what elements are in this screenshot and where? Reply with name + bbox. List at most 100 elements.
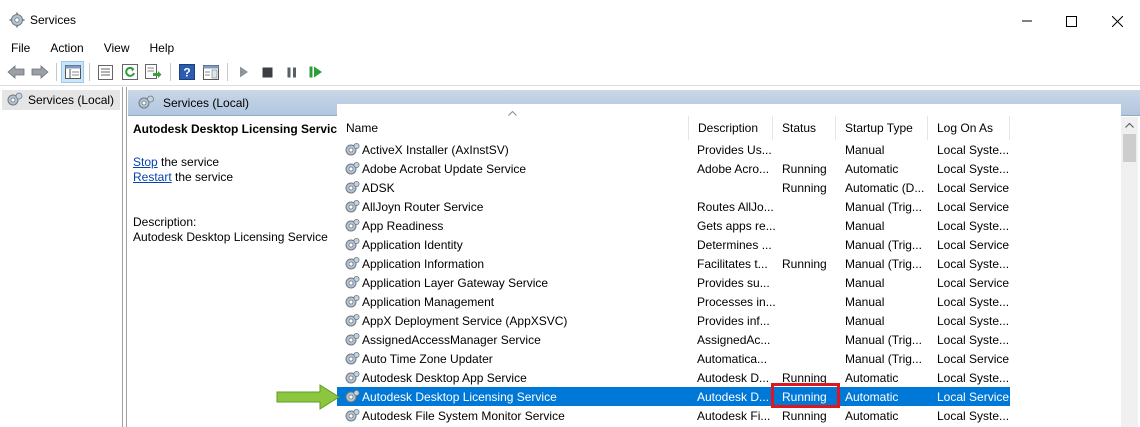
table-row-selected[interactable]: Autodesk Desktop Licensing Service Autode… (337, 387, 1010, 406)
table-row[interactable]: App Readiness Gets apps re... Manual Local … (337, 216, 1010, 235)
service-description: Provides Us... (697, 143, 772, 157)
show-hide-tree-icon (64, 65, 81, 79)
restart-service-link[interactable]: Restart (133, 170, 172, 184)
forward-button[interactable] (28, 61, 51, 83)
restart-service-suffix: the service (171, 170, 234, 184)
service-description: Autodesk D... (697, 371, 770, 385)
table-row[interactable]: AppX Deployment Service (AppXSVC) Provide… (337, 311, 1010, 330)
service-description: Provides su... (697, 276, 770, 290)
vertical-scrollbar[interactable] (1121, 117, 1138, 427)
toolbar-separator (56, 63, 57, 81)
scroll-up-button[interactable] (1121, 117, 1138, 134)
service-startup-type: Automatic (D... (845, 181, 925, 195)
service-name: ActiveX Installer (AxInstSV) (362, 143, 509, 157)
service-name: ADSK (362, 181, 395, 195)
start-service-button[interactable] (232, 61, 255, 83)
service-name: AllJoyn Router Service (362, 200, 484, 214)
tree-item-services-local[interactable]: Services (Local) (2, 90, 120, 110)
table-row[interactable]: Autodesk Desktop App Service Autodesk D..… (337, 368, 1010, 387)
service-startup-type: Manual (845, 219, 885, 233)
service-status: Running (782, 257, 827, 271)
column-header-status[interactable]: Status (773, 116, 836, 140)
close-button[interactable] (1095, 8, 1139, 34)
service-log-on-as: Local Syste... (937, 314, 1009, 328)
service-gear-icon (344, 370, 360, 388)
menu-view[interactable]: View (93, 38, 139, 58)
pause-service-icon (287, 67, 296, 77)
table-row[interactable]: ADSK Running Automatic (D... Local Service (337, 178, 1010, 197)
table-row[interactable]: Auto Time Zone Updater Automatica... Manua… (337, 349, 1010, 368)
service-startup-type: Manual (Trig... (845, 257, 922, 271)
service-gear-icon (344, 351, 360, 369)
export-list-button[interactable] (142, 61, 165, 83)
service-startup-type: Manual (Trig... (845, 200, 922, 214)
details-view-icon (202, 64, 219, 80)
menu-file[interactable]: File (0, 38, 39, 58)
properties-button[interactable] (94, 61, 117, 83)
services-gear-icon (9, 12, 25, 28)
toolbar: ? (0, 59, 1140, 86)
details-view-button[interactable] (199, 61, 222, 83)
toolbar-separator (89, 63, 90, 81)
restart-service-line: Restart the service (133, 170, 233, 184)
svg-text:?: ? (183, 66, 190, 80)
service-name: Adobe Acrobat Update Service (362, 162, 527, 176)
column-header-name[interactable]: Name (337, 116, 689, 140)
service-log-on-as: Local Service (937, 238, 1009, 252)
back-button[interactable] (4, 61, 27, 83)
table-row[interactable]: Adobe Acrobat Update Service Adobe Acro..… (337, 159, 1010, 178)
service-rows: ActiveX Installer (AxInstSV) Provides Us.… (337, 140, 1121, 425)
table-row[interactable]: AllJoyn Router Service Routes AllJo... Man… (337, 197, 1010, 216)
show-hide-tree-button[interactable] (61, 61, 84, 83)
stop-service-link[interactable]: Stop (133, 155, 158, 169)
table-row[interactable]: Application Identity Determines ... Manual… (337, 235, 1010, 254)
stop-service-icon (262, 67, 273, 77)
forward-arrow-icon (31, 65, 49, 79)
service-log-on-as: Local Service (937, 352, 1009, 366)
service-log-on-as: Local Syste... (937, 333, 1009, 347)
service-startup-type: Manual (845, 295, 885, 309)
table-row[interactable]: AssignedAccessManager Service AssignedAc.… (337, 330, 1010, 349)
help-button[interactable]: ? (175, 61, 198, 83)
service-name: Application Identity (362, 238, 463, 252)
menu-action[interactable]: Action (39, 38, 92, 58)
service-startup-type: Automatic (845, 390, 899, 404)
table-row[interactable]: Application Layer Gateway Service Provide… (337, 273, 1010, 292)
description-text: Autodesk Desktop Licensing Service (133, 230, 328, 244)
maximize-button[interactable] (1049, 8, 1093, 34)
stop-service-line: Stop the service (133, 155, 219, 169)
table-row[interactable]: Application Management Processes in... Man… (337, 292, 1010, 311)
table-row[interactable]: Autodesk File System Monitor Service Auto… (337, 406, 1010, 425)
column-header-description[interactable]: Description (689, 116, 773, 140)
service-status: Running (782, 162, 827, 176)
column-header-log-on-as[interactable]: Log On As (928, 116, 1010, 140)
status-highlight-box (771, 383, 840, 408)
window-title: Services (30, 13, 77, 27)
restart-service-icon (309, 66, 322, 78)
menu-help[interactable]: Help (139, 38, 184, 58)
service-name: Autodesk Desktop App Service (362, 371, 527, 385)
service-description: Autodesk Fi... (697, 409, 771, 423)
service-startup-type: Manual (845, 314, 885, 328)
service-gear-icon (344, 332, 360, 350)
service-gear-icon (344, 389, 360, 407)
column-header-startup-type[interactable]: Startup Type (836, 116, 928, 140)
refresh-button[interactable] (118, 61, 141, 83)
restart-service-button[interactable] (304, 61, 327, 83)
table-row[interactable]: Application Information Facilitates t... R… (337, 254, 1010, 273)
start-service-icon (239, 66, 248, 78)
service-log-on-as: Local Service (937, 276, 1009, 290)
scroll-thumb[interactable] (1123, 134, 1136, 162)
service-log-on-as: Local Syste... (937, 371, 1009, 385)
stop-service-button[interactable] (256, 61, 279, 83)
menu-bar: File Action View Help (0, 38, 1140, 58)
service-name: Autodesk File System Monitor Service (362, 409, 565, 423)
pause-service-button[interactable] (280, 61, 303, 83)
chevron-up-icon (1125, 123, 1134, 128)
extended-description-pane: Autodesk Desktop Licensing Service Stop … (128, 117, 344, 427)
service-log-on-as: Local Service (937, 181, 1009, 195)
minimize-button[interactable] (1005, 8, 1049, 34)
table-row[interactable]: ActiveX Installer (AxInstSV) Provides Us.… (337, 140, 1010, 159)
service-startup-type: Manual (Trig... (845, 352, 922, 366)
service-gear-icon (344, 294, 360, 312)
